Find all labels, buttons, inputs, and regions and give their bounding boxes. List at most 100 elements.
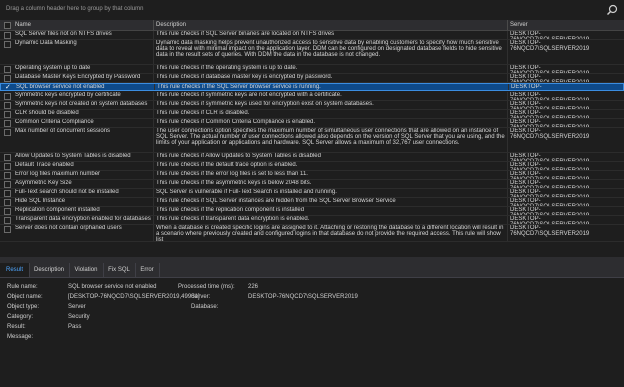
tab-violation[interactable]: Violation: [69, 263, 104, 277]
row-checkbox[interactable]: [4, 75, 11, 82]
rules-grid: Name Description Server SQL Server files…: [0, 20, 624, 257]
column-divider: [507, 225, 508, 241]
cell-name: Symmetric keys encrypted by certificate: [15, 92, 121, 98]
table-row[interactable]: Allow Updates to System Tables is disabl…: [0, 153, 624, 162]
cell-server: DESKTOP-76NQCD7\SQLSERVER2019: [510, 128, 590, 140]
database-label: Database:: [191, 304, 219, 310]
tab-fix-sql[interactable]: Fix SQL: [103, 263, 136, 277]
row-checkbox[interactable]: [4, 129, 11, 136]
table-row[interactable]: Common Criteria Compliance This rule chec…: [0, 119, 624, 128]
cell-name: Max number of concurrent sessions: [15, 128, 111, 134]
column-divider: [507, 171, 508, 179]
column-divider: [507, 189, 508, 197]
row-checkbox[interactable]: [4, 32, 11, 39]
table-row[interactable]: Asymmetric Key Size This rule checks if t…: [0, 180, 624, 189]
column-divider: [153, 101, 154, 109]
row-checkbox[interactable]: [4, 190, 11, 197]
column-divider: [153, 110, 154, 118]
select-all-checkbox[interactable]: [4, 22, 11, 29]
table-row[interactable]: CLR should be disabled This rule checks i…: [0, 110, 624, 119]
column-divider: [507, 74, 508, 82]
table-row[interactable]: Symmetric keys encrypted by certificate T…: [0, 92, 624, 101]
table-row[interactable]: Symmetric keys not created on system dat…: [0, 101, 624, 110]
cell-name: Transparent data encryption enabled for …: [15, 216, 151, 222]
column-divider: [153, 65, 154, 73]
row-checkbox[interactable]: [4, 217, 11, 224]
cell-description: This rule checks if the replication comp…: [156, 207, 305, 213]
cell-description: When a database is created specific logi…: [156, 225, 504, 241]
column-divider: [507, 40, 508, 64]
column-header-name[interactable]: Name: [15, 22, 31, 28]
row-checkbox[interactable]: [4, 66, 11, 73]
column-divider: [153, 189, 154, 197]
cell-server: DESKTOP-76NQCD7\SQLSERVER2019: [510, 31, 589, 39]
table-row[interactable]: Operating system up to date This rule che…: [0, 65, 624, 74]
row-checkbox[interactable]: [4, 111, 11, 118]
result-value: Pass: [68, 324, 82, 330]
cell-description: This rule checks if Common Criteria Comp…: [156, 119, 316, 125]
column-divider: [507, 119, 508, 127]
table-row[interactable]: Hide SQL Instance This rule checks if SQL…: [0, 198, 624, 207]
cell-name: Asymmetric Key Size: [15, 180, 72, 186]
row-checkbox-checked-icon[interactable]: ✓: [5, 84, 12, 90]
result-details: Rule name: SQL browser service not enabl…: [0, 278, 624, 387]
cell-name: Common Criteria Compliance: [15, 119, 94, 125]
cell-description: This rule checks if database master key …: [156, 74, 333, 80]
column-divider: [507, 110, 508, 118]
table-row[interactable]: Server does not contain orphaned users Wh…: [0, 225, 624, 242]
table-row[interactable]: ✓ SQL browser service not enabled This rul…: [0, 83, 624, 91]
table-row[interactable]: Default Trace enabled This rule checks if…: [0, 162, 624, 171]
column-header-description[interactable]: Description: [156, 22, 186, 28]
object-type-label: Object type:: [7, 304, 40, 310]
cell-name: SQL Server files not on NTFS drives: [15, 31, 112, 37]
cell-server: DESKTOP-76NQCD7\SQLSERVER2019: [510, 171, 589, 179]
search-icon[interactable]: [605, 3, 619, 17]
row-checkbox[interactable]: [4, 199, 11, 206]
table-row[interactable]: Replication component installed This rule…: [0, 207, 624, 216]
group-by-bar[interactable]: Drag a column header here to group by th…: [0, 0, 624, 21]
table-row[interactable]: Dynamic Data Masking Dynamic data masking…: [0, 40, 624, 65]
cell-server: DESKTOP-76NQCD7\SQLSERVER2019: [510, 74, 589, 82]
cell-server: DESKTOP-76NQCD7\SQLSERVER2019: [510, 198, 589, 206]
cell-server: DESKTOP-76NQCD7\SQLSERVER2019: [510, 119, 589, 127]
column-header-server[interactable]: Server: [510, 22, 528, 28]
column-divider: [153, 119, 154, 127]
table-row[interactable]: Transparent data encryption enabled for …: [0, 216, 624, 225]
column-divider: [153, 207, 154, 215]
tab-description[interactable]: Description: [29, 263, 70, 277]
cell-description: This rule checks if symmetric keys used …: [156, 101, 374, 107]
row-checkbox[interactable]: [4, 102, 11, 109]
column-divider: [153, 216, 154, 224]
row-checkbox[interactable]: [4, 93, 11, 100]
column-divider: [153, 162, 154, 170]
column-divider: [153, 92, 154, 100]
object-name-value: [DESKTOP-76NQCD7\SQLSERVER2019,49901]: [68, 294, 200, 300]
row-checkbox[interactable]: [4, 41, 11, 48]
tab-result[interactable]: Result: [0, 263, 30, 277]
row-checkbox[interactable]: [4, 226, 11, 233]
tab-error[interactable]: Error: [135, 263, 160, 277]
row-checkbox[interactable]: [4, 154, 11, 161]
table-row[interactable]: Full-Text search should not be installed…: [0, 189, 624, 198]
table-row[interactable]: Max number of concurrent sessions The use…: [0, 128, 624, 153]
row-checkbox[interactable]: [4, 181, 11, 188]
table-row[interactable]: Database Master Keys Encrypted by Passwo…: [0, 74, 624, 83]
cell-server: DESKTOP-76NQCD7\SQLSERVER2019: [510, 101, 589, 109]
cell-description: This rule checks if Allow Updates to Sys…: [156, 153, 321, 159]
cell-server: DESKTOP-76NQCD7\SQLSERVER2019: [510, 40, 590, 52]
cell-name: Default Trace enabled: [15, 162, 74, 168]
table-row[interactable]: SQL Server files not on NTFS drives This …: [0, 31, 624, 40]
object-type-value: Server: [68, 304, 86, 310]
cell-description: SQL Server is vulnerable if Full-Text Se…: [156, 189, 337, 195]
column-divider: [507, 216, 508, 224]
row-checkbox[interactable]: [4, 172, 11, 179]
server-label: Server:: [191, 294, 211, 300]
cell-description: The user connections option specifies th…: [156, 128, 505, 146]
column-divider: [507, 180, 508, 188]
row-checkbox[interactable]: [4, 208, 11, 215]
cell-description: This rule checks if the error log files …: [156, 171, 308, 177]
row-checkbox[interactable]: [4, 120, 11, 127]
table-row[interactable]: Error log files maximum number This rule …: [0, 171, 624, 180]
row-checkbox[interactable]: [4, 163, 11, 170]
column-divider: [507, 162, 508, 170]
